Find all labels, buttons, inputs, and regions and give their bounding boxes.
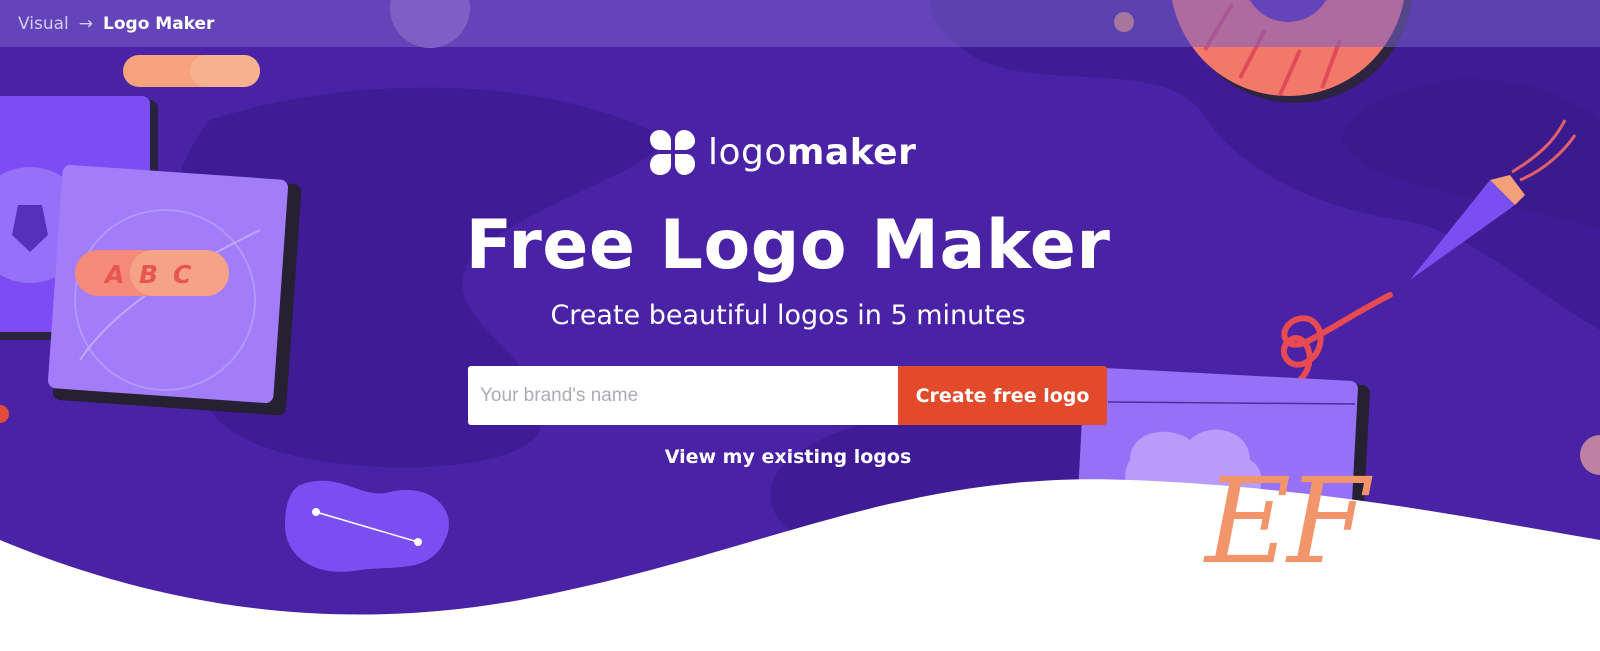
page-subtitle: Create beautiful logos in 5 minutes bbox=[550, 300, 1026, 331]
breadcrumb-link-visual[interactable]: Visual bbox=[18, 14, 69, 34]
brand-name-input[interactable] bbox=[468, 366, 898, 425]
brand-name: logomaker bbox=[708, 132, 916, 173]
breadcrumb: Visual → Logo Maker bbox=[0, 0, 1600, 47]
hero-section: Visual → Logo Maker logomaker Free Logo … bbox=[0, 0, 1600, 651]
breadcrumb-separator: → bbox=[78, 13, 94, 34]
breadcrumb-current: Logo Maker bbox=[103, 13, 215, 34]
brand-logo[interactable]: logomaker bbox=[650, 126, 916, 178]
ef-illustration-letters: EF bbox=[1205, 452, 1369, 590]
create-logo-form: Create free logo bbox=[468, 366, 1107, 425]
brand-name-bold: maker bbox=[786, 131, 917, 173]
logomaker-icon bbox=[650, 130, 695, 175]
create-free-logo-button[interactable]: Create free logo bbox=[898, 366, 1107, 425]
page-title: Free Logo Maker bbox=[465, 206, 1111, 285]
brand-name-light: logo bbox=[708, 131, 787, 173]
